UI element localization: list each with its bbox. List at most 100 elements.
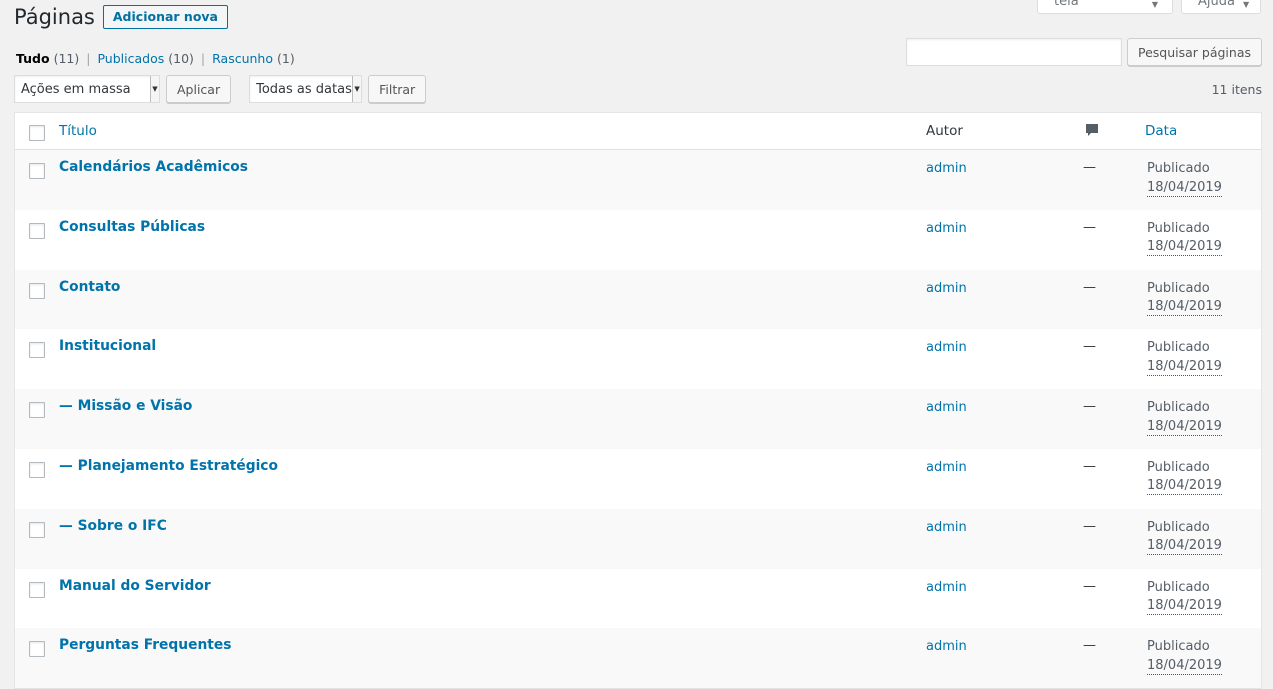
page-title-link[interactable]: Contato [59, 279, 120, 295]
row-checkbox[interactable] [29, 521, 45, 538]
page-title-link[interactable]: Perguntas Frequentes [59, 637, 231, 653]
date-cell: Publicado 18/04/2019 [1145, 219, 1261, 257]
apply-button[interactable]: Aplicar [166, 75, 232, 103]
author-cell: admin [926, 458, 1060, 475]
add-new-button[interactable]: Adicionar nova [102, 5, 228, 29]
author-cell: admin [926, 398, 1060, 415]
no-comments-dash: — [1083, 638, 1096, 654]
row-checkbox-cell [15, 398, 57, 419]
row-checkbox-cell [15, 518, 57, 538]
comments-cell: — [1060, 338, 1145, 354]
row-checkbox[interactable] [29, 461, 45, 478]
comments-cell: — [1060, 578, 1145, 594]
page-title-link[interactable]: Calendários Acadêmicos [59, 159, 248, 175]
row-checkbox[interactable] [29, 282, 45, 299]
author-cell: admin [926, 518, 1060, 535]
no-comments-dash: — [1083, 219, 1096, 235]
date-filter-value: Todas as datas [256, 81, 352, 97]
dropdown-caret-icon: ▼ [150, 76, 159, 102]
help-label: Ajuda [1198, 0, 1235, 9]
no-comments-dash: — [1083, 578, 1096, 594]
page-title-link[interactable]: — Sobre o IFC [59, 518, 167, 534]
table-row: Contato admin — Publicado 18/04/2019 [15, 269, 1261, 330]
table-row: — Planejamento Estratégico admin — Publicad… [15, 448, 1261, 509]
table-body: Calendários Acadêmicos admin — Publicado 18/… [15, 150, 1261, 689]
row-checkbox-cell [15, 279, 57, 299]
date-cell: Publicado 18/04/2019 [1145, 279, 1261, 317]
author-link[interactable]: admin [926, 161, 967, 176]
view-draft-count: (1) [277, 51, 295, 66]
view-all-link[interactable]: Tudo [16, 51, 50, 66]
row-checkbox[interactable] [29, 342, 45, 359]
comments-cell: — [1060, 279, 1145, 295]
publish-date: 18/04/2019 [1147, 358, 1222, 376]
search-pages-button[interactable]: Pesquisar páginas [1126, 38, 1262, 66]
select-all-checkbox[interactable] [29, 125, 45, 141]
table-row: Calendários Acadêmicos admin — Publicado 18/… [15, 150, 1261, 210]
table-row: — Sobre o IFC admin — Publicado 18/04/2019 [15, 508, 1261, 569]
view-all-count: (11) [53, 51, 80, 66]
publish-status: Publicado [1147, 340, 1210, 356]
search-input[interactable] [905, 38, 1122, 66]
page-title-link[interactable]: Consultas Públicas [59, 219, 205, 235]
no-comments-dash: — [1083, 399, 1096, 415]
page-header: Páginas Adicionar nova [14, 5, 228, 29]
publish-date: 18/04/2019 [1147, 657, 1222, 675]
author-link[interactable]: admin [926, 520, 967, 535]
publish-status: Publicado [1147, 459, 1210, 475]
view-published-link[interactable]: Publicados [97, 51, 164, 66]
row-checkbox[interactable] [29, 222, 45, 239]
author-link[interactable]: admin [926, 281, 967, 296]
comments-cell: — [1060, 458, 1145, 474]
page-title-link[interactable]: Manual do Servidor [59, 578, 211, 594]
sort-by-title-link[interactable]: Título [59, 123, 97, 139]
date-cell: Publicado 18/04/2019 [1145, 398, 1261, 436]
publish-status: Publicado [1147, 579, 1210, 595]
date-cell: Publicado 18/04/2019 [1145, 458, 1261, 496]
pages-table: Título Autor Data Calendários Acadêmicos… [14, 112, 1262, 689]
sort-by-date-link[interactable]: Data [1145, 123, 1177, 139]
author-header-label: Autor [926, 123, 963, 139]
no-comments-dash: — [1083, 339, 1096, 355]
bulk-actions-value: Ações em massa [21, 81, 131, 97]
title-cell: Manual do Servidor [57, 578, 926, 594]
author-link[interactable]: admin [926, 460, 967, 475]
no-comments-dash: — [1083, 160, 1096, 175]
table-row: Manual do Servidor admin — Publicado 18/04/2… [15, 568, 1261, 629]
title-cell: Institucional [57, 338, 926, 354]
author-link[interactable]: admin [926, 340, 967, 355]
publish-date: 18/04/2019 [1147, 538, 1222, 556]
row-checkbox[interactable] [29, 581, 45, 598]
row-checkbox[interactable] [29, 402, 45, 419]
screen-options-button[interactable]: Opções de tela ▼ [1037, 0, 1173, 14]
comments-cell: — [1060, 518, 1145, 534]
author-link[interactable]: admin [926, 400, 967, 415]
title-cell: Perguntas Frequentes [57, 637, 926, 653]
page-title-link[interactable]: Institucional [59, 338, 156, 354]
date-filter-select[interactable]: Todas as datas ▼ [249, 75, 363, 103]
date-cell: Publicado 18/04/2019 [1145, 159, 1261, 197]
filter-button[interactable]: Filtrar [368, 75, 427, 103]
title-cell: — Missão e Visão [57, 398, 926, 414]
publish-date: 18/04/2019 [1147, 299, 1222, 317]
date-column-header: Data [1145, 123, 1261, 139]
author-link[interactable]: admin [926, 639, 967, 654]
page-title-link[interactable]: — Planejamento Estratégico [59, 458, 278, 474]
view-draft-link[interactable]: Rascunho [212, 51, 273, 66]
publish-status: Publicado [1147, 519, 1210, 535]
row-checkbox-cell [15, 458, 57, 478]
row-checkbox[interactable] [29, 641, 45, 658]
author-link[interactable]: admin [926, 580, 967, 595]
comment-bubble-icon[interactable] [1085, 123, 1099, 142]
author-cell: admin [926, 578, 1060, 595]
publish-date: 18/04/2019 [1147, 239, 1222, 257]
table-row: Consultas Públicas admin — Publicado 18/04/2… [15, 209, 1261, 270]
comments-cell: — [1060, 159, 1145, 175]
title-column-header: Título [57, 123, 926, 139]
author-cell: admin [926, 279, 1060, 296]
bulk-actions-select[interactable]: Ações em massa ▼ [14, 75, 160, 103]
row-checkbox[interactable] [29, 163, 45, 179]
help-button[interactable]: Ajuda ▼ [1181, 0, 1261, 14]
author-link[interactable]: admin [926, 221, 967, 236]
page-title-link[interactable]: — Missão e Visão [59, 398, 192, 414]
